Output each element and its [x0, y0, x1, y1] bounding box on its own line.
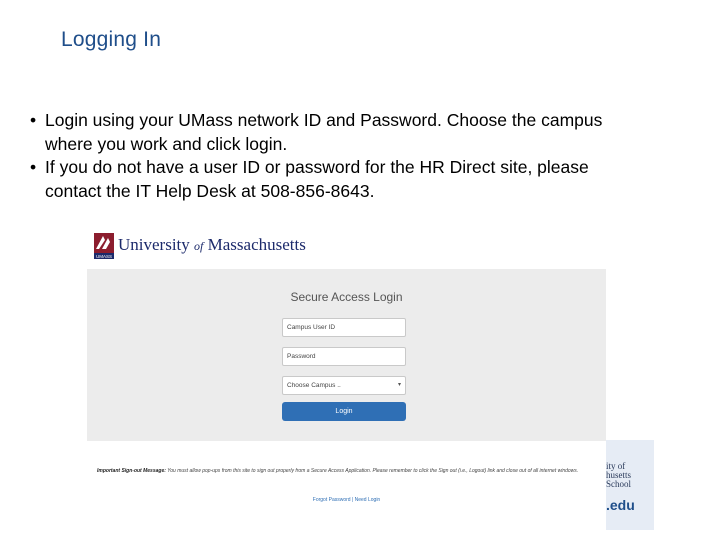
chevron-down-icon: ▾ [397, 382, 401, 388]
corner-edu-text: .edu [606, 497, 635, 513]
signout-notice: Important Sign-out Message: You must all… [97, 467, 597, 475]
notice-label: Important Sign-out Message: [97, 468, 166, 474]
bullet-item: • Login using your UMass network ID and … [30, 109, 630, 156]
help-links[interactable]: Forgot Password | Need Login [87, 497, 606, 503]
bullet-list: • Login using your UMass network ID and … [30, 109, 630, 203]
corner-branding: ity of husetts School .edu [606, 440, 654, 530]
bullet-dot-icon: • [30, 157, 37, 177]
site-header: UMASS University of Massachusetts [87, 226, 606, 269]
campus-select[interactable]: Choose Campus .. ▾ [282, 376, 406, 395]
umass-logo-icon: UMASS [94, 233, 114, 259]
login-page-screenshot: UMASS University of Massachusetts Secure… [87, 226, 606, 526]
logo-word-massachusetts: Massachusetts [207, 235, 306, 254]
bullet-dot-icon: • [30, 110, 37, 130]
bullet-text: Login using your UMass network ID and Pa… [45, 110, 603, 154]
logo-word-of: of [194, 239, 204, 253]
bullet-item: • If you do not have a user ID or passwo… [30, 156, 630, 203]
bullet-text: If you do not have a user ID or password… [45, 157, 589, 201]
login-panel: Secure Access Login Campus User ID Passw… [87, 269, 606, 441]
campus-select-value: Choose Campus .. [287, 382, 341, 389]
signout-notice-panel: Important Sign-out Message: You must all… [87, 441, 606, 526]
logo-wordmark: University of Massachusetts [118, 235, 306, 255]
login-button[interactable]: Login [282, 402, 406, 421]
campus-user-id-input[interactable]: Campus User ID [282, 318, 406, 337]
logo-word-university: University [118, 235, 190, 254]
notice-text: You must allow pop-ups from this site to… [167, 468, 579, 474]
corner-text-line: School [606, 479, 632, 489]
slide-title: Logging In [61, 28, 162, 51]
password-input[interactable]: Password [282, 347, 406, 366]
logo-mark-text: UMASS [96, 254, 112, 259]
login-form-title: Secure Access Login [290, 290, 403, 304]
